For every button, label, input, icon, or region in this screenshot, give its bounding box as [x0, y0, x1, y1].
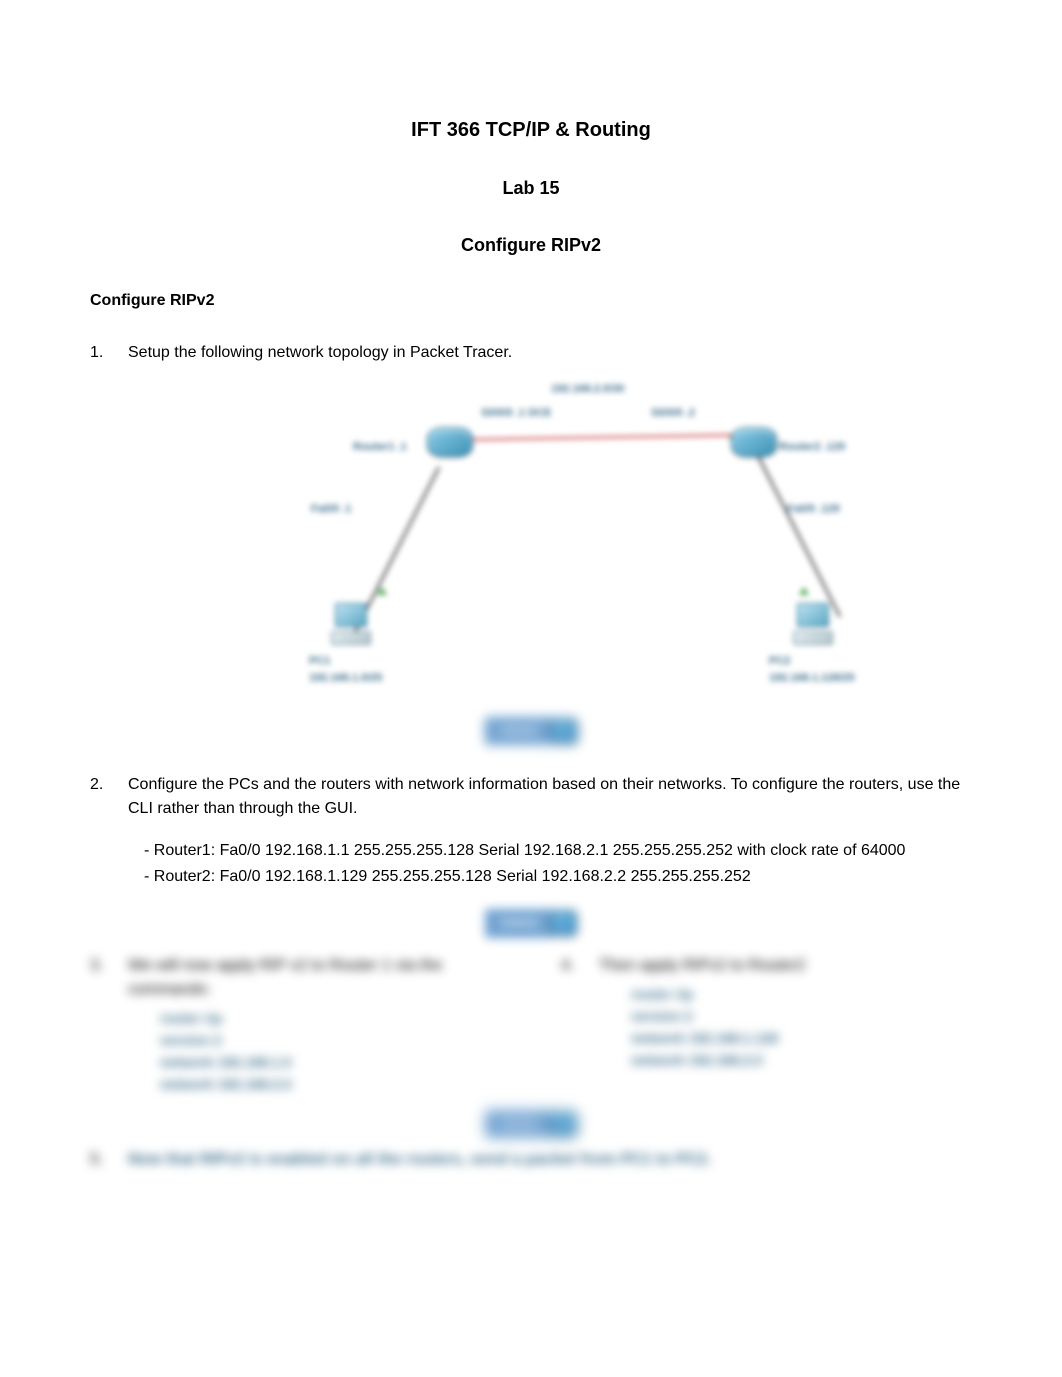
- step-3: 3. We will now apply RIP v2 to Router 1 …: [90, 954, 501, 1002]
- cmd-line: version 2: [160, 1030, 501, 1051]
- cmd-line: router rip: [160, 1008, 501, 1029]
- network-topology-diagram: 192.168.2.0/30 S0/0/0 .1 DCE S0/0/0 .2 R…: [191, 383, 871, 753]
- document-page: IFT 366 TCP/IP & Routing Lab 15 Configur…: [0, 0, 1062, 1250]
- step-text: Then apply RIPv2 to Router2: [599, 954, 972, 978]
- router1-config: - Router1: Fa0/0 192.168.1.1 255.255.255…: [144, 839, 972, 863]
- step-4: 4. Then apply RIPv2 to Router2: [561, 954, 972, 978]
- section-heading: Configure RIPv2: [90, 289, 972, 313]
- pc2-icon: [793, 603, 833, 645]
- router2-config: - Router2: Fa0/0 192.168.1.129 255.255.2…: [144, 865, 972, 889]
- unlock-widget[interactable]: Unlock: [485, 717, 578, 746]
- course-title: IFT 366 TCP/IP & Routing: [90, 115, 972, 145]
- step-number: 4.: [561, 954, 579, 978]
- step-5: 5. Now that RIPv2 is enabled on all the …: [90, 1148, 972, 1172]
- lab-topic: Configure RIPv2: [90, 232, 972, 259]
- pc1-label: PC1 192.168.1.0/25: [309, 653, 382, 686]
- step-text: Setup the following network topology in …: [128, 341, 972, 365]
- router1-rip-commands: router rip version 2 network 192.168.1.0…: [160, 1008, 501, 1095]
- unlock-widget[interactable]: Unlock: [485, 909, 578, 938]
- cmd-line: network 192.168.2.0: [160, 1074, 501, 1095]
- unlock-label: Unlock: [485, 1110, 554, 1139]
- router2-fa-label: Fa0/0 .129: [787, 501, 840, 518]
- step-1: 1. Setup the following network topology …: [90, 341, 972, 365]
- router-config-details: - Router1: Fa0/0 192.168.1.1 255.255.255…: [144, 839, 972, 889]
- serial-network-label: 192.168.2.0/30: [551, 381, 624, 398]
- router1-icon: [427, 427, 473, 457]
- unlock-label: Unlock: [485, 909, 554, 938]
- blurred-content: 3. We will now apply RIP v2 to Router 1 …: [90, 954, 972, 1173]
- lock-icon: [551, 910, 577, 936]
- lock-icon: [551, 1111, 577, 1137]
- cmd-line: network 192.168.1.0: [160, 1052, 501, 1073]
- router2-rip-commands: router rip version 2 network 192.168.1.1…: [631, 984, 972, 1071]
- lab-number: Lab 15: [90, 175, 972, 202]
- step-number: 3.: [90, 954, 108, 1002]
- cmd-line: version 2: [631, 1006, 972, 1027]
- cmd-line: network 192.168.1.128: [631, 1028, 972, 1049]
- step-2: 2. Configure the PCs and the routers wit…: [90, 773, 972, 821]
- step-text: We will now apply RIP v2 to Router 1 via…: [128, 954, 501, 1002]
- lock-icon: [551, 718, 577, 744]
- step-number: 2.: [90, 773, 108, 821]
- router2-name-label: Router2 .129: [779, 439, 845, 456]
- pc1-icon: [331, 603, 371, 645]
- router1-serial-label: S0/0/0 .1 DCE: [481, 405, 551, 422]
- cmd-line: router rip: [631, 984, 972, 1005]
- step-number: 1.: [90, 341, 108, 365]
- unlock-widget[interactable]: Unlock: [485, 1110, 578, 1139]
- unlock-label: Unlock: [485, 717, 554, 746]
- step-number: 5.: [90, 1148, 108, 1172]
- router1-name-label: Router1 .1: [353, 439, 407, 456]
- cmd-line: network 192.168.2.0: [631, 1050, 972, 1071]
- router2-icon: [731, 427, 777, 457]
- step-text: Now that RIPv2 is enabled on all the rou…: [128, 1148, 972, 1172]
- router1-fa-label: Fa0/0 .1: [311, 501, 351, 518]
- pc2-label: PC2 192.168.1.128/25: [769, 653, 855, 686]
- router2-serial-label: S0/0/0 .2: [651, 405, 695, 422]
- step-text: Configure the PCs and the routers with n…: [128, 773, 972, 821]
